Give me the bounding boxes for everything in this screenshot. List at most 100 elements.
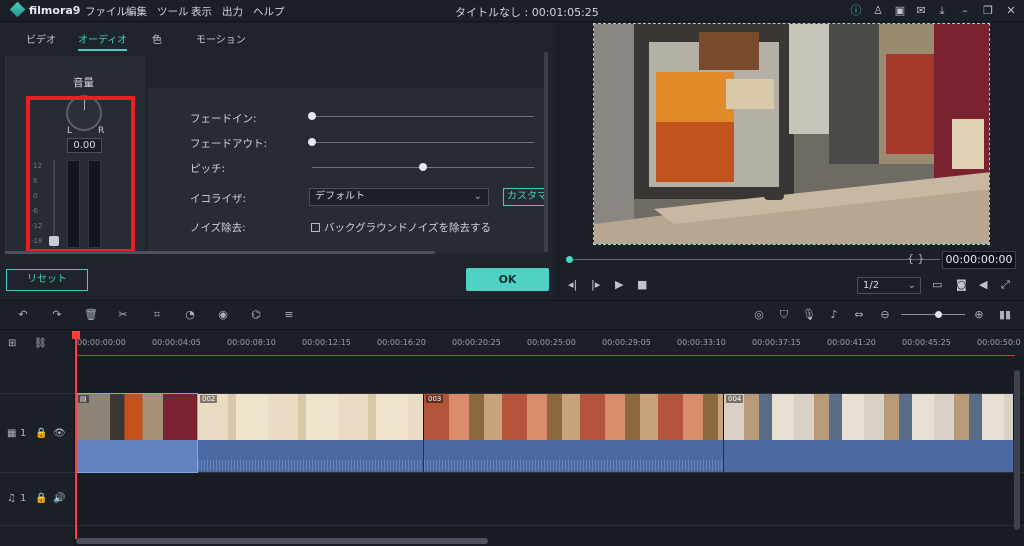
equalizer-select[interactable]: デフォルト ⌄ <box>309 188 489 206</box>
timeline-hscrollbar[interactable] <box>76 538 488 544</box>
mark-in-out-icon[interactable]: { } <box>907 252 925 265</box>
preview-quality-select[interactable]: 1/2 ⌄ <box>857 277 921 294</box>
timeline-marker-line <box>75 355 1015 356</box>
ruler-label: 00:00:08:10 <box>227 338 276 347</box>
menu-tools[interactable]: ツール <box>157 4 189 19</box>
ruler-label: 00:00:33:10 <box>677 338 726 347</box>
highlight-box <box>26 96 135 253</box>
render-icon[interactable]: ◎ <box>752 308 766 321</box>
restore-icon[interactable]: ❐ <box>981 4 995 18</box>
timeline-playhead[interactable] <box>75 331 77 539</box>
microphone-icon[interactable]: 🎙 <box>802 308 816 321</box>
noise-option-label: バックグラウンドノイズを除去する <box>324 222 492 234</box>
redo-icon[interactable]: ↷ <box>50 308 64 321</box>
save-icon[interactable]: ▣ <box>893 4 907 18</box>
menu-view[interactable]: 表示 <box>191 4 212 19</box>
minimize-icon[interactable]: – <box>958 4 972 18</box>
equalizer-label: イコライザ: <box>190 193 247 205</box>
preview-frame[interactable] <box>593 23 990 245</box>
cut-icon[interactable]: ✂ <box>116 308 130 321</box>
marker-icon[interactable]: ⛉ <box>777 308 791 322</box>
pitch-thumb[interactable] <box>419 163 427 171</box>
playhead-handle[interactable] <box>72 331 80 339</box>
ruler-label: 00:00:37:15 <box>752 338 801 347</box>
noise-checkbox[interactable] <box>311 223 320 232</box>
preview-playhead[interactable] <box>566 256 573 263</box>
lock-icon[interactable]: 🔒 <box>35 428 47 439</box>
play-icon[interactable]: ▶ <box>615 278 623 291</box>
undo-icon[interactable]: ↶ <box>16 308 30 321</box>
volume-icon[interactable]: ◀ <box>979 278 987 291</box>
ruler-label: 00:00:45:25 <box>902 338 951 347</box>
green-screen-icon[interactable]: ⌬ <box>249 308 263 321</box>
tab-motion[interactable]: モーション <box>196 31 246 46</box>
track-divider <box>0 525 1024 526</box>
tab-audio[interactable]: オーディオ <box>78 31 128 51</box>
mail-icon[interactable]: ✉ <box>914 4 928 18</box>
fade-out-track <box>312 142 534 143</box>
account-icon[interactable]: ♙ <box>871 4 885 18</box>
delete-icon[interactable]: 🗑 <box>84 308 98 321</box>
fit-icon[interactable]: ⇔ <box>852 308 866 321</box>
lock-icon[interactable]: 🔒 <box>35 493 47 504</box>
tab-color[interactable]: 色 <box>152 31 162 46</box>
zoom-in-icon[interactable]: ⊕ <box>972 308 986 321</box>
ruler-label: 00:00:29:05 <box>602 338 651 347</box>
customize-button[interactable]: カスタマイズ <box>503 188 547 206</box>
voiceover-icon[interactable]: ♪ <box>827 308 841 321</box>
stop-icon[interactable]: ■ <box>637 278 647 291</box>
menu-help[interactable]: ヘルプ <box>253 4 285 19</box>
clip-label: 003 <box>426 395 444 403</box>
info-icon[interactable]: ⓘ <box>849 4 863 18</box>
zoom-slider-track[interactable] <box>901 314 965 315</box>
app-logo: filmora9 <box>9 1 80 18</box>
pitch-label: ピッチ: <box>190 163 226 175</box>
link-icon[interactable]: ⛓ <box>34 338 47 349</box>
audio-waveform[interactable] <box>198 440 424 472</box>
fade-out-label: フェードアウト: <box>190 138 268 150</box>
reset-button[interactable]: リセット <box>6 269 88 291</box>
music-track-icon: ♫ <box>7 493 16 504</box>
zoom-slider-thumb[interactable] <box>935 311 942 318</box>
video-track-icon: ▦ <box>7 428 17 439</box>
menu-file[interactable]: ファイル <box>85 4 127 19</box>
fade-out-thumb[interactable] <box>308 138 316 146</box>
crop-icon[interactable]: ⌗ <box>150 308 164 322</box>
zoom-out-icon[interactable]: ⊖ <box>878 308 892 321</box>
display-settings-icon[interactable]: ▭ <box>932 278 942 291</box>
ruler-label: 00:00:12:15 <box>302 338 351 347</box>
fade-in-track <box>312 116 534 117</box>
chevron-down-icon: ⌄ <box>907 280 916 291</box>
audio-waveform[interactable] <box>424 440 724 472</box>
speed-icon[interactable]: ◔ <box>183 308 197 321</box>
close-icon[interactable]: ✕ <box>1004 4 1018 18</box>
video-clip[interactable]: 004 <box>724 394 1014 440</box>
timeline-vscrollbar[interactable] <box>1014 370 1020 530</box>
panel-scrollbar[interactable] <box>544 52 548 252</box>
menu-edit[interactable]: 編集 <box>126 4 147 19</box>
filmora-logo-icon <box>9 1 26 18</box>
video-clip[interactable]: 002 <box>198 394 424 440</box>
eye-icon[interactable]: 👁 <box>53 428 66 439</box>
download-icon[interactable]: ⤓ <box>935 4 949 18</box>
audio-waveform[interactable] <box>724 440 1014 472</box>
video-clip[interactable]: 003 <box>424 394 724 440</box>
ruler-label: 00:00:00:00 <box>77 338 126 347</box>
ruler-label: 00:00:04:05 <box>152 338 201 347</box>
preview-progress-track[interactable] <box>568 259 940 260</box>
audio-adjust-icon[interactable]: ≡ <box>282 308 296 321</box>
panel-hscrollbar[interactable] <box>5 251 435 254</box>
speaker-icon[interactable]: 🔊 <box>53 493 65 504</box>
fullscreen-icon[interactable]: ⤢ <box>1001 278 1010 292</box>
color-icon[interactable]: ◉ <box>216 308 230 321</box>
step-forward-icon[interactable]: |▸ <box>591 278 600 291</box>
menu-export[interactable]: 出力 <box>222 4 243 19</box>
add-track-icon[interactable]: ⊞ <box>8 338 16 349</box>
snapshot-icon[interactable]: ◙ <box>956 278 967 291</box>
columns-icon[interactable]: ▮▮ <box>998 308 1012 321</box>
fade-in-thumb[interactable] <box>308 112 316 120</box>
tab-video[interactable]: ビデオ <box>26 31 56 46</box>
ok-button[interactable]: OK <box>466 268 549 291</box>
step-back-icon[interactable]: ◂| <box>568 278 577 291</box>
ruler-label: 00:00:16:20 <box>377 338 426 347</box>
